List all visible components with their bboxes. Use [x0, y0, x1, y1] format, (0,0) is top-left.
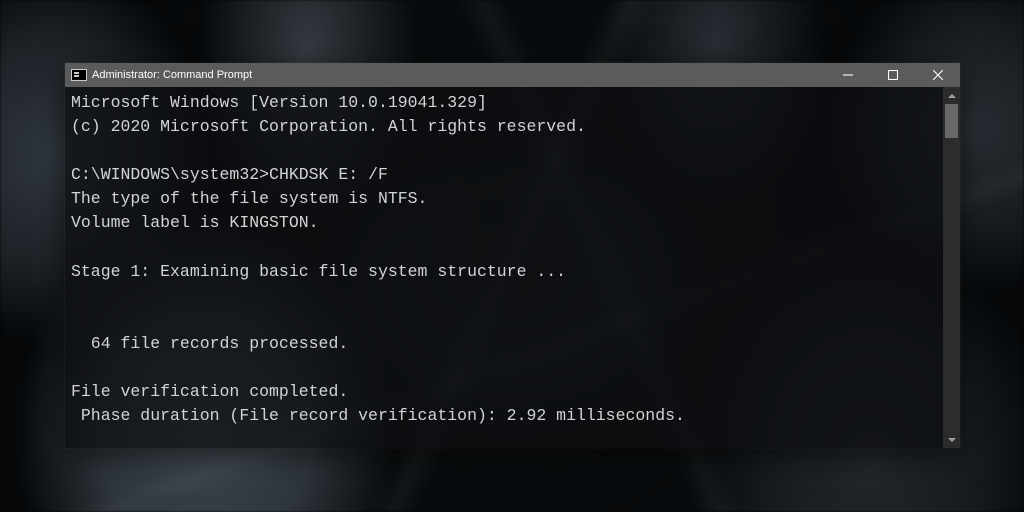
prompt-path: C:\WINDOWS\system32> [71, 165, 269, 184]
blank-line [71, 139, 941, 163]
minimize-icon [843, 70, 853, 80]
stage-line: Stage 1: Examining basic file system str… [71, 260, 941, 284]
banner-line-2: (c) 2020 Microsoft Corporation. All righ… [71, 115, 941, 139]
minimize-button[interactable] [825, 63, 870, 87]
close-icon [933, 70, 943, 80]
blank-line [71, 235, 941, 259]
vertical-scrollbar[interactable] [943, 87, 960, 448]
records-processed-line: 64 file records processed. [71, 332, 941, 356]
scroll-up-button[interactable] [943, 87, 960, 104]
maximize-icon [888, 70, 898, 80]
scroll-thumb[interactable] [945, 104, 958, 138]
blank-line [71, 284, 941, 308]
window-title: Administrator: Command Prompt [92, 69, 252, 81]
terminal-output[interactable]: Microsoft Windows [Version 10.0.19041.32… [65, 87, 943, 448]
chevron-up-icon [948, 92, 956, 100]
phase-duration-line: Phase duration (File record verification… [71, 404, 941, 428]
maximize-button[interactable] [870, 63, 915, 87]
volume-label-line: Volume label is KINGSTON. [71, 211, 941, 235]
banner-line-1: Microsoft Windows [Version 10.0.19041.32… [71, 91, 941, 115]
blank-line [71, 356, 941, 380]
entered-command: CHKDSK E: /F [269, 165, 388, 184]
chevron-down-icon [948, 436, 956, 444]
blank-line [71, 308, 941, 332]
close-button[interactable] [915, 63, 960, 87]
command-prompt-window: Administrator: Command Prompt Microsoft … [65, 63, 960, 448]
window-client-area: Microsoft Windows [Version 10.0.19041.32… [65, 87, 960, 448]
fs-type-line: The type of the file system is NTFS. [71, 187, 941, 211]
verification-complete-line: File verification completed. [71, 380, 941, 404]
scroll-down-button[interactable] [943, 431, 960, 448]
cmd-icon [71, 69, 87, 81]
titlebar[interactable]: Administrator: Command Prompt [65, 63, 960, 87]
prompt-line: C:\WINDOWS\system32>CHKDSK E: /F [71, 163, 941, 187]
